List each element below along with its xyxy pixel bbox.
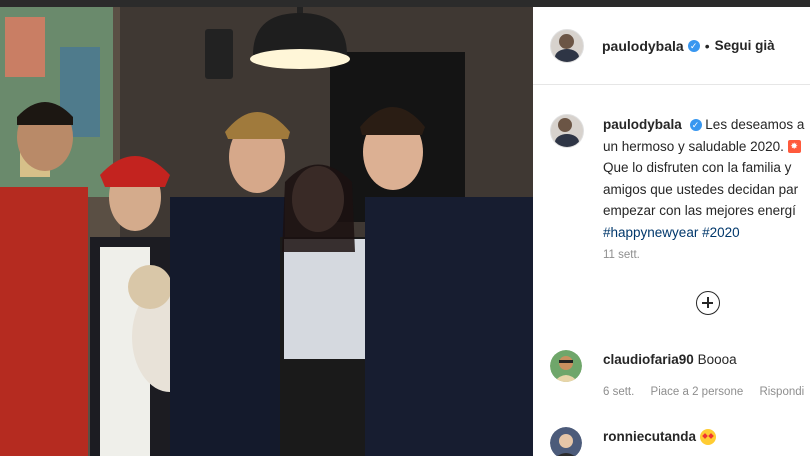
caption-timestamp: 11 sett. [603,249,640,261]
caption-text: paulodybala ✓ Les deseamos a un hermoso … [603,114,810,243]
caption-line-1: Les deseamos a [705,117,805,132]
follow-status-button[interactable]: Segui già [715,38,775,53]
commenter-avatar-image [550,350,582,382]
author-avatar[interactable] [550,28,584,63]
caption-author-avatar[interactable] [550,114,584,148]
comment-avatar[interactable] [550,350,582,382]
comment-reply-button[interactable]: Rispondi [759,386,804,398]
separator-dot: • [704,37,710,54]
post-side-panel: paulodybala ✓ • Segui già paulodybala ✓ … [533,7,810,456]
caption-line-4: amigos que ustedes decidan par [603,181,799,197]
comment-text: Boooa [697,352,737,367]
collision-emoji-icon: ✸ [787,140,801,154]
heart-eyes-emoji-icon [699,429,716,446]
comment-time: 6 sett. [603,386,635,398]
caption-line-2: un hermoso y saludable 2020. [603,138,784,154]
caption-line-3: Que lo disfruten con la familia y [603,160,792,175]
author-username[interactable]: paulodybala [602,38,684,54]
caption-hashtags[interactable]: #happynewyear #2020 [603,222,810,244]
verified-badge-icon: ✓ [687,39,700,52]
comment-username[interactable]: ronniecutanda [603,429,696,444]
comment-avatar[interactable] [550,427,582,456]
caption-username[interactable]: paulodybala [603,117,682,132]
comment-username[interactable]: claudiofaria90 [603,352,694,367]
load-more-comments-icon[interactable] [696,291,720,315]
comment-likes[interactable]: Piace a 2 persone [651,386,744,398]
post-photo[interactable] [0,7,533,456]
post-header: paulodybala ✓ • Segui già [533,7,810,85]
commenter-avatar-image [550,427,582,456]
post-image [0,7,533,456]
caption-verified-badge-icon: ✓ [689,119,702,132]
caption-line-5: empezar con las mejores energí [603,203,796,218]
